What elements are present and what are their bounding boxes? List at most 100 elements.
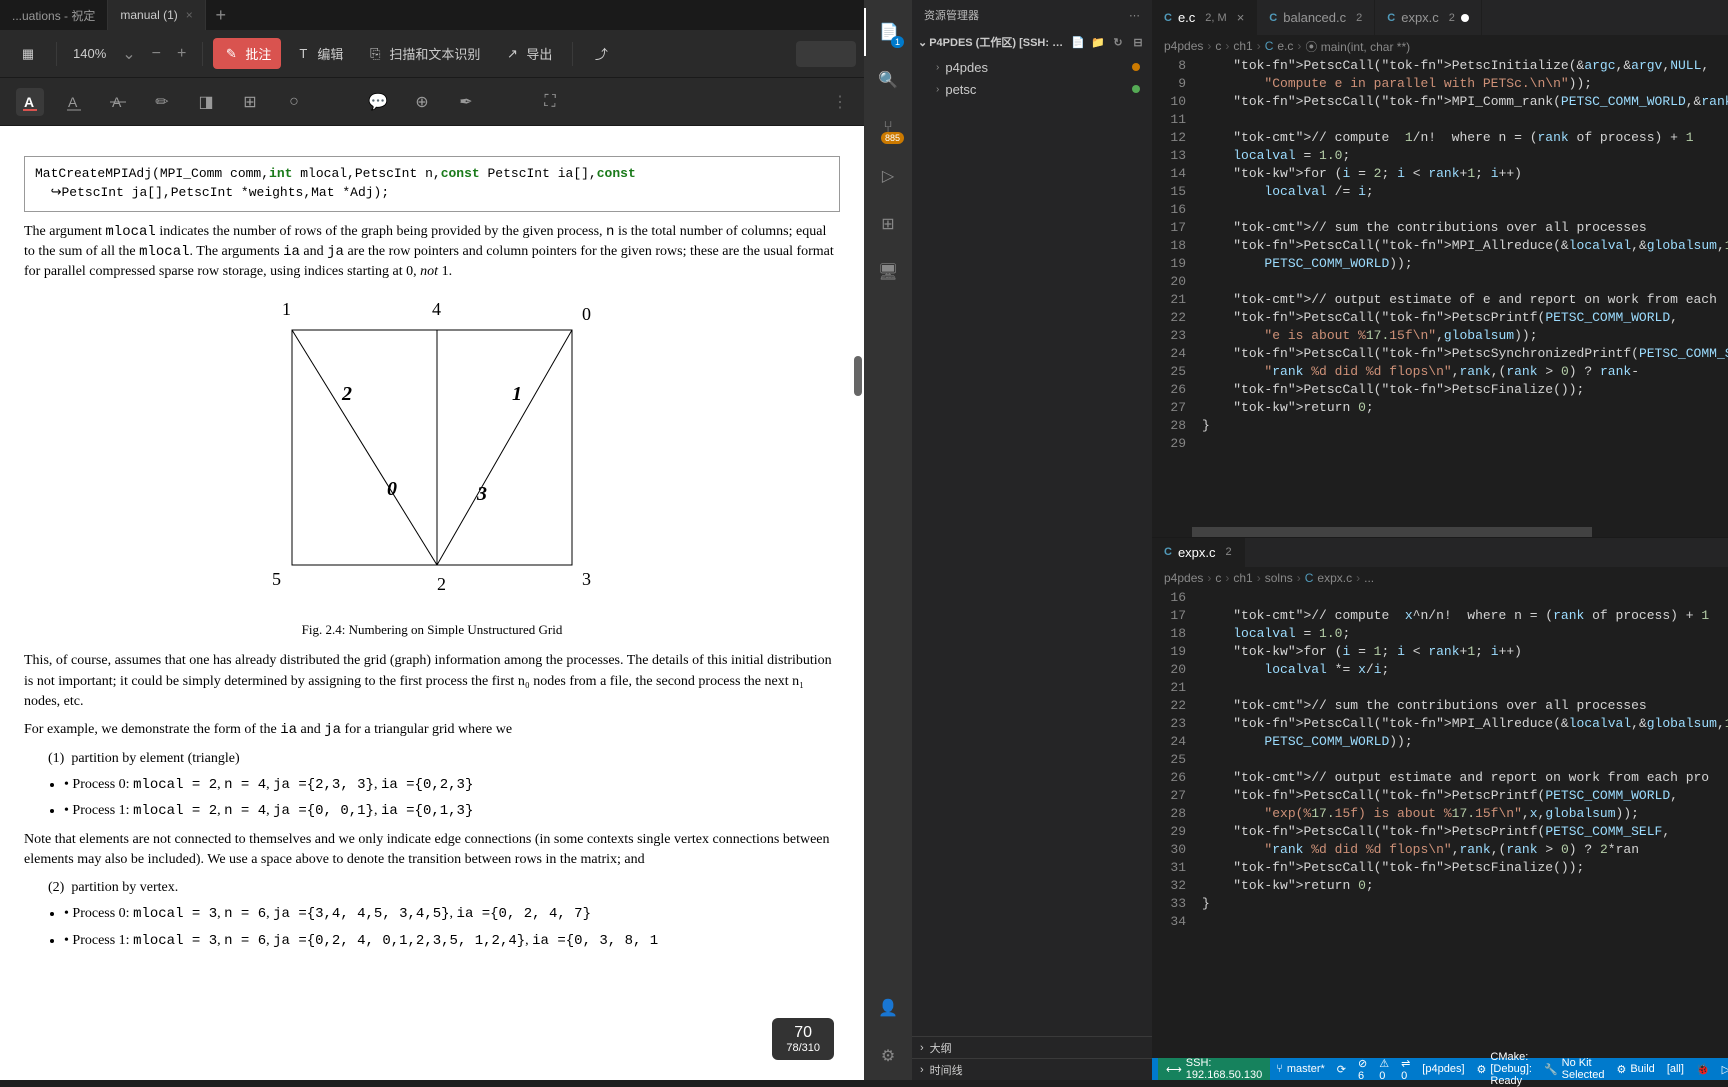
chevron-right-icon: › [920,1042,924,1054]
settings-icon[interactable]: ⚙ [864,1032,912,1080]
scrollbar[interactable] [854,126,862,1080]
editor-tabs: Ce.c2, M× Cbalanced.c2 Cexpx.c2 ▷⌄ [1152,0,1728,35]
annotate-button[interactable]: ✎批注 [213,38,281,69]
kit-selector[interactable]: 🔧 No Kit Selected [1538,1058,1611,1080]
close-icon[interactable]: × [1237,10,1245,25]
workspace-header[interactable]: ⌄ P4PDES (工作区) [SSH: 192.168.5... 📄 📁 ↻ … [912,30,1152,54]
eraser-icon[interactable]: ◨ [192,88,220,116]
tree-folder-p4pdes[interactable]: ›p4pdes [912,56,1152,78]
zoom-in-button[interactable]: + [169,45,194,63]
svg-text:3: 3 [582,569,591,589]
page-indicator[interactable]: 70 78/310 [772,1018,834,1060]
pdf-tab-2[interactable]: manual (1)× [108,0,205,30]
share-button[interactable]: ⤴ [583,40,619,68]
new-folder-icon[interactable]: 📁 [1090,36,1106,49]
signature-icon[interactable]: ✒ [452,88,480,116]
editor-area: Ce.c2, M× Cbalanced.c2 Cexpx.c2 ▷⌄ p4pde… [1152,0,1728,1080]
figure: 1 4 0 5 2 3 2 1 0 3 Fig. 2.4: Numbering … [24,295,840,640]
svg-text:A: A [24,94,34,110]
text-color-icon[interactable]: A [16,88,44,116]
source-control-icon[interactable]: ⑂885 [864,104,912,152]
list-item: (2) partition by vertex. [48,878,840,898]
ports-indicator[interactable]: ⇌ 0 [1395,1058,1416,1080]
refresh-icon[interactable]: ↻ [1110,36,1126,49]
editor-tabs-2: Cexpx.c2 [1152,537,1728,567]
pdf-page: MatCreateMPIAdj(MPI_Comm comm,int mlocal… [0,126,864,1080]
close-icon[interactable]: × [186,8,193,22]
stamp-icon[interactable]: ⊕ [408,88,436,116]
outline-section[interactable]: ›大纲 [912,1036,1152,1058]
ocr-button[interactable]: ⎘扫描和文本识别 [357,38,490,69]
explorer-icon[interactable]: 📄1 [864,8,912,56]
chevron-right-icon: › [936,84,939,95]
modified-dot [1461,14,1469,22]
more-icon[interactable]: ⋯ [1129,9,1140,22]
tab-expx-c-2[interactable]: Cexpx.c2 [1152,538,1245,567]
c-file-icon: C [1387,12,1395,24]
extensions-icon[interactable]: ⊞ [864,200,912,248]
scroll-thumb[interactable] [1192,527,1592,537]
shape-icon[interactable]: ○ [280,88,308,116]
breadcrumb[interactable]: p4pdes› c› ch1› C e.c› ⦿ main(int, char … [1152,35,1728,57]
remote-icon[interactable]: 🖥 [864,248,912,296]
sync-button[interactable]: ⟳ [1331,1058,1352,1080]
zoom-dropdown-icon[interactable]: ⌄ [114,44,143,64]
code-block: MatCreateMPIAdj(MPI_Comm comm,int mlocal… [24,156,840,212]
collapse-icon[interactable]: ⋮ [832,92,848,112]
edit-button[interactable]: T编辑 [285,38,353,69]
figure-caption: Fig. 2.4: Numbering on Simple Unstructur… [24,621,840,640]
new-tab-button[interactable]: + [206,5,236,26]
svg-text:3: 3 [476,483,487,505]
warnings-indicator[interactable]: ⚠ 0 [1373,1058,1395,1080]
new-file-icon[interactable]: 📄 [1070,36,1086,49]
build-target[interactable]: [all] [1661,1058,1690,1080]
list-item: (1) partition by element (triangle) [48,749,840,769]
paragraph: This, of course, assumes that one has al… [24,651,840,712]
pdf-toolbar: ▦ 140% ⌄ − + ✎批注 T编辑 ⎘扫描和文本识别 ↗导出 ⤴ [0,30,864,78]
strikethrough-icon[interactable]: A [104,88,132,116]
errors-indicator[interactable]: ⊘ 6 [1352,1058,1373,1080]
svg-text:0: 0 [387,478,397,500]
sidebar: 资源管理器⋯ ⌄ P4PDES (工作区) [SSH: 192.168.5...… [912,0,1152,1080]
tab-expx-c[interactable]: Cexpx.c2 [1375,0,1482,35]
export-button[interactable]: ↗导出 [494,38,562,69]
search-box[interactable] [796,41,856,67]
list-item: • Process 0: mlocal = 2, n = 4, ja ={2,3… [64,775,840,795]
search-icon[interactable]: 🔍 [864,56,912,104]
debug-icon[interactable]: ▷ [864,152,912,200]
svg-text:5: 5 [272,569,281,589]
tree-folder-petsc[interactable]: ›petsc [912,78,1152,100]
collapse-icon[interactable]: ⊟ [1130,36,1146,49]
tab-balanced-c[interactable]: Cbalanced.c2 [1257,0,1375,35]
code-editor-1[interactable]: 8910111213141516171819202122232425262728… [1152,57,1728,527]
zoom-out-button[interactable]: − [144,45,169,63]
run-button[interactable]: ▷ [1716,1058,1728,1080]
crop-icon[interactable]: ⛶ [536,88,564,116]
branch-indicator[interactable]: ⑂ master* [1270,1058,1331,1080]
project-indicator[interactable]: [p4pdes] [1416,1058,1470,1080]
pdf-viewport[interactable]: MatCreateMPIAdj(MPI_Comm comm,int mlocal… [0,126,864,1080]
paragraph: Note that elements are not connected to … [24,830,840,871]
h-scrollbar[interactable] [1152,527,1728,537]
comment-icon[interactable]: 💬 [364,88,392,116]
code-editor-2[interactable]: 16171819202122232425262728293031323334 "… [1152,589,1728,1059]
account-icon[interactable]: 👤 [864,984,912,1032]
build-button[interactable]: ⚙ Build [1610,1058,1660,1080]
timeline-section[interactable]: ›时间线 [912,1058,1152,1080]
cmake-status[interactable]: ⚙ CMake: [Debug]: Ready [1471,1058,1538,1080]
underline-icon[interactable]: A [60,88,88,116]
modified-marker [1132,85,1140,93]
highlighter-icon[interactable]: ✏ [148,88,176,116]
zoom-level[interactable]: 140% [65,46,114,61]
list-item: • Process 1: mlocal = 3, n = 6, ja ={0,2… [64,931,840,951]
tab-e-c[interactable]: Ce.c2, M× [1152,0,1257,35]
breadcrumb-2[interactable]: p4pdes› c› ch1› solns› C expx.c› ... [1152,567,1728,589]
remote-indicator[interactable]: ⟷ SSH: 192.168.50.130 [1158,1058,1270,1080]
debug-button[interactable]: 🐞 [1690,1058,1716,1080]
textbox-icon[interactable]: ⊞ [236,88,264,116]
status-bar: ⟷ SSH: 192.168.50.130 ⑂ master* ⟳ ⊘ 6 ⚠ … [1152,1058,1728,1080]
pdf-tab-1[interactable]: ...uations - 祝定 [0,0,108,30]
thumbnails-button[interactable]: ▦ [10,40,46,68]
scroll-thumb[interactable] [854,356,862,396]
svg-text:4: 4 [432,299,441,319]
